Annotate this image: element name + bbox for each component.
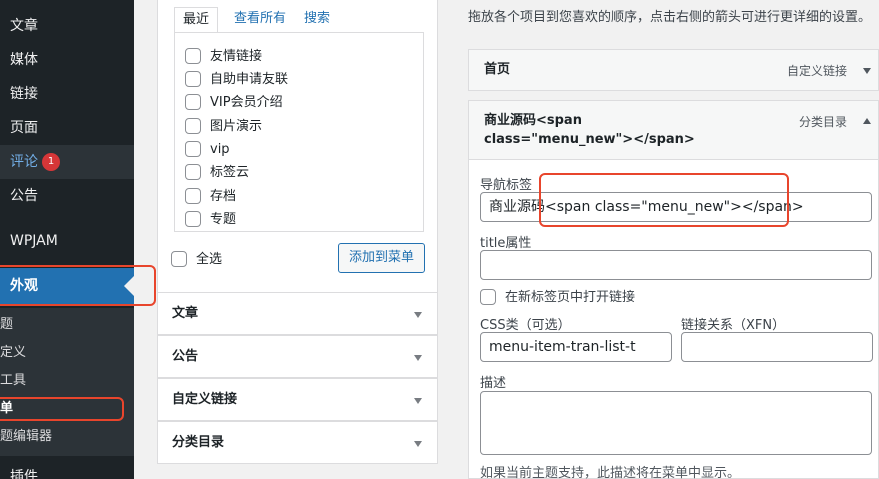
checkbox[interactable] xyxy=(185,117,201,134)
chevron-down-icon xyxy=(414,441,422,447)
list-item[interactable]: 图片演示 xyxy=(185,116,262,138)
description-label: 描述 xyxy=(480,376,507,391)
css-class-input[interactable]: menu-item-tran-list-t xyxy=(480,332,672,362)
new-tab-checkbox[interactable] xyxy=(480,288,496,305)
list-item[interactable]: 标签云 xyxy=(185,162,249,184)
xfn-label: 链接关系（XFN） xyxy=(681,318,786,333)
sidebar-item-wpjam[interactable]: WPJAM xyxy=(0,224,134,258)
select-all-checkbox[interactable] xyxy=(171,250,187,267)
sidebar-item-appearance[interactable]: 外观 xyxy=(0,268,134,304)
sidebar-item-media[interactable]: 媒体 xyxy=(0,43,134,77)
title-attr-label: title属性 xyxy=(480,236,532,251)
list-item[interactable]: 自助申请友联 xyxy=(185,69,288,91)
sidebar-item-notices[interactable]: 公告 xyxy=(0,179,134,213)
nav-label-input[interactable]: 商业源码<span class="menu_new"></span> xyxy=(480,192,872,222)
checkbox[interactable] xyxy=(185,93,201,110)
accordion-notices[interactable]: 公告 xyxy=(157,335,438,378)
tab-search[interactable]: 搜索 xyxy=(296,7,338,33)
chevron-down-icon xyxy=(414,398,422,404)
description-textarea[interactable] xyxy=(480,391,872,455)
admin-sidebar: 文章 媒体 链接 页面 评论 1 公告 WPJAM 外观 题 定义 工具 单 题编… xyxy=(0,0,134,479)
checkbox[interactable] xyxy=(185,163,201,180)
checkbox[interactable] xyxy=(185,70,201,87)
accordion-categories[interactable]: 分类目录 xyxy=(157,421,438,464)
sidebar-item-pages[interactable]: 页面 xyxy=(0,111,134,145)
nav-label-label: 导航标签 xyxy=(480,178,533,193)
menu-items-column: 最近 查看所有 搜索 友情链接 自助申请友联 VIP会员介绍 图片演示 vip … xyxy=(157,0,438,479)
accordion-posts[interactable]: 文章 xyxy=(157,292,438,335)
sidebar-item-plugins[interactable]: 插件 xyxy=(0,460,134,479)
menu-item-home[interactable]: 首页 自定义链接 xyxy=(468,49,879,91)
menu-item-settings: 导航标签 商业源码<span class="menu_new"></span> … xyxy=(468,160,879,479)
list-item[interactable]: 存档 xyxy=(185,186,236,208)
sidebar-item-comments[interactable]: 评论 1 xyxy=(0,145,134,179)
menu-instructions: 拖放各个项目到您喜欢的顺序，点击右侧的箭头可进行更详细的设置。 xyxy=(468,10,872,25)
xfn-input[interactable] xyxy=(681,332,873,362)
list-item[interactable]: vip xyxy=(185,139,230,161)
accordion-custom-links[interactable]: 自定义链接 xyxy=(157,378,438,421)
sidebar-item-posts[interactable]: 文章 xyxy=(0,9,134,43)
chevron-down-icon[interactable] xyxy=(863,68,871,74)
title-attr-input[interactable] xyxy=(480,250,872,280)
submenu-item-customize[interactable]: 定义 xyxy=(0,339,134,367)
checkbox[interactable] xyxy=(185,187,201,204)
chevron-up-icon[interactable] xyxy=(863,118,871,124)
chevron-down-icon xyxy=(414,355,422,361)
comment-count-badge: 1 xyxy=(42,153,60,171)
menu-structure-column: 拖放各个项目到您喜欢的顺序，点击右侧的箭头可进行更详细的设置。 首页 自定义链接… xyxy=(458,0,879,479)
pages-checklist: 友情链接 自助申请友联 VIP会员介绍 图片演示 vip 标签云 存档 专题 xyxy=(174,32,424,232)
submenu-item-tools[interactable]: 工具 xyxy=(0,367,134,395)
submenu-item-themes[interactable]: 题 xyxy=(0,311,134,339)
checkbox[interactable] xyxy=(185,47,201,64)
submenu-item-theme-editor[interactable]: 题编辑器 xyxy=(0,423,134,451)
list-item[interactable]: 友情链接 xyxy=(185,46,262,68)
tab-recent[interactable]: 最近 xyxy=(174,7,219,33)
submenu-item-menus[interactable]: 单 xyxy=(0,395,134,423)
checkbox[interactable] xyxy=(185,140,201,157)
checkbox[interactable] xyxy=(185,210,201,227)
list-item[interactable]: VIP会员介绍 xyxy=(185,92,283,114)
menu-item-commercial[interactable]: 商业源码<span class="menu_new"></span> 分类目录 xyxy=(468,100,879,160)
add-to-menu-button[interactable]: 添加到菜单 xyxy=(338,243,425,273)
pages-metabox: 最近 查看所有 搜索 友情链接 自助申请友联 VIP会员介绍 图片演示 vip … xyxy=(157,0,438,293)
select-all[interactable]: 全选 xyxy=(171,249,222,271)
sidebar-item-links[interactable]: 链接 xyxy=(0,77,134,111)
list-item[interactable]: 专题 xyxy=(185,209,236,231)
description-help: 如果当前主题支持，此描述将在菜单中显示。 xyxy=(480,466,741,479)
css-class-label: CSS类（可选） xyxy=(480,318,571,333)
tab-view-all[interactable]: 查看所有 xyxy=(226,7,294,33)
chevron-down-icon xyxy=(414,312,422,318)
new-tab-option[interactable]: 在新标签页中打开链接 xyxy=(480,286,635,306)
